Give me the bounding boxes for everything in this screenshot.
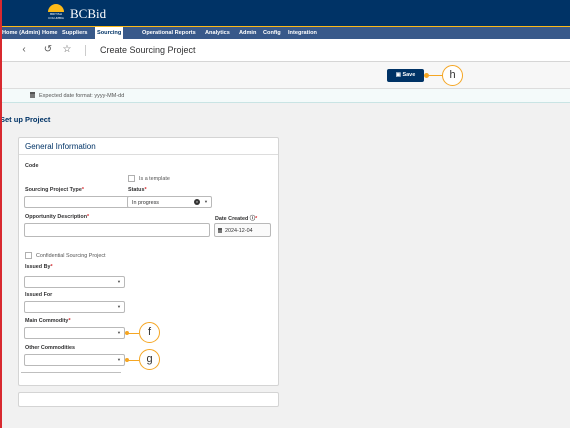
callout-f: f	[139, 322, 160, 343]
toolbar-divider	[85, 45, 86, 56]
nav-item-sourcing[interactable]: Sourcing	[95, 27, 124, 39]
nav-item-analytics[interactable]: Analytics	[205, 27, 230, 39]
code-label: Code	[25, 163, 39, 169]
calendar-icon	[30, 92, 35, 98]
issued-by-select[interactable]: ▼	[24, 276, 125, 288]
callout-h-line	[425, 75, 442, 76]
sourcing-project-type-select[interactable]: ▼	[24, 196, 138, 208]
nav-item-admin[interactable]: Admin	[239, 27, 256, 39]
other-commodities-label: Other Commodities	[25, 345, 76, 351]
nav-item-config[interactable]: Config	[263, 27, 281, 39]
nav-item-home[interactable]: Home	[42, 27, 58, 39]
date-created-label: Date Created ⓘ*	[215, 214, 257, 222]
field-underline	[21, 372, 121, 373]
nav-item-integration[interactable]: Integration	[288, 27, 317, 39]
issued-for-select[interactable]: ▼	[24, 301, 125, 313]
template-checkbox[interactable]	[128, 175, 135, 182]
bc-logo[interactable]: BRITISH COLUMBIA	[44, 2, 68, 25]
nav-item-suppliers[interactable]: Suppliers	[62, 27, 88, 39]
chevron-down-icon: ▼	[117, 279, 121, 284]
required-mark: *	[144, 187, 147, 193]
bc-logo-text: BRITISH COLUMBIA	[48, 12, 64, 20]
brand-header: BRITISH COLUMBIA BCBid	[0, 0, 570, 27]
page-toolbar: ‹ ↺ ☆ Create Sourcing Project	[0, 39, 570, 62]
app-name: BCBid	[70, 6, 107, 21]
chevron-down-icon: ▼	[204, 199, 208, 204]
card-title: General Information	[25, 142, 96, 151]
callout-f-line	[127, 333, 139, 334]
section-title: Set up Project	[0, 115, 51, 124]
sourcing-project-type-label: Sourcing Project Type*	[25, 187, 84, 193]
required-mark: *	[68, 318, 71, 324]
required-mark: *	[87, 214, 90, 220]
chevron-down-icon: ▼	[117, 304, 121, 309]
callout-h: h	[442, 65, 463, 86]
main-commodity-label: Main Commodity*	[25, 318, 71, 324]
favorite-star-icon[interactable]: ☆	[60, 43, 74, 57]
issued-by-label: Issued By*	[25, 264, 53, 270]
secondary-card	[18, 392, 279, 407]
status-label-text: Status	[128, 187, 145, 193]
main-nav: Home (Admin) Home Suppliers Sourcing Ope…	[0, 27, 570, 39]
save-icon: ▣	[395, 72, 401, 78]
status-label: Status*	[128, 187, 147, 193]
nav-item-operational-reports[interactable]: Operational Reports	[142, 27, 196, 39]
callout-g-line	[127, 360, 139, 361]
date-format-hint: Expected date format: yyyy-MM-dd	[0, 89, 570, 103]
issued-for-label: Issued For	[25, 292, 53, 298]
save-button-label: Save	[402, 72, 416, 78]
page-title: Create Sourcing Project	[100, 45, 196, 55]
left-accent-rule	[0, 0, 2, 428]
opportunity-description-input[interactable]	[24, 223, 210, 237]
nav-item-home-admin[interactable]: Home (Admin)	[2, 27, 40, 39]
callout-g: g	[139, 349, 160, 370]
chevron-down-icon: ▼	[117, 330, 121, 335]
main-commodity-label-text: Main Commodity	[25, 318, 69, 324]
opportunity-description-label-text: Opportunity Description	[25, 214, 87, 220]
chevron-down-icon: ▼	[117, 357, 121, 362]
main-commodity-select[interactable]: ▼	[24, 327, 125, 339]
issued-by-label-text: Issued By	[25, 264, 51, 270]
save-button[interactable]: ▣ Save	[387, 69, 424, 82]
template-checkbox-label: Is a template	[139, 176, 170, 182]
opportunity-description-label: Opportunity Description*	[25, 214, 89, 220]
confidential-checkbox[interactable]	[25, 252, 32, 259]
date-created-field: 2024-12-04	[214, 223, 271, 237]
date-created-value: 2024-12-04	[225, 228, 253, 234]
required-mark: *	[50, 264, 53, 270]
page-bottom	[0, 412, 570, 428]
other-commodities-select[interactable]: ▼	[24, 354, 125, 366]
calendar-icon	[218, 228, 222, 233]
bc-sun-icon	[48, 4, 64, 12]
general-information-card: General Information Code Is a template S…	[18, 137, 279, 386]
card-header: General Information	[19, 138, 278, 155]
history-icon[interactable]: ↺	[41, 43, 55, 57]
date-created-label-text: Date Created	[215, 216, 249, 222]
action-bar: ▣ Save h	[0, 62, 570, 89]
back-icon[interactable]: ‹	[17, 43, 31, 57]
date-format-text: Expected date format: yyyy-MM-dd	[39, 93, 125, 99]
required-mark: *	[81, 187, 84, 193]
confidential-checkbox-label: Confidential Sourcing Project	[36, 253, 106, 259]
status-value: In progress	[132, 200, 159, 206]
sourcing-project-type-label-text: Sourcing Project Type	[25, 187, 82, 193]
clear-icon[interactable]: ×	[194, 199, 200, 205]
required-mark: *	[255, 216, 258, 222]
status-select[interactable]: In progress × ▼	[127, 196, 212, 208]
